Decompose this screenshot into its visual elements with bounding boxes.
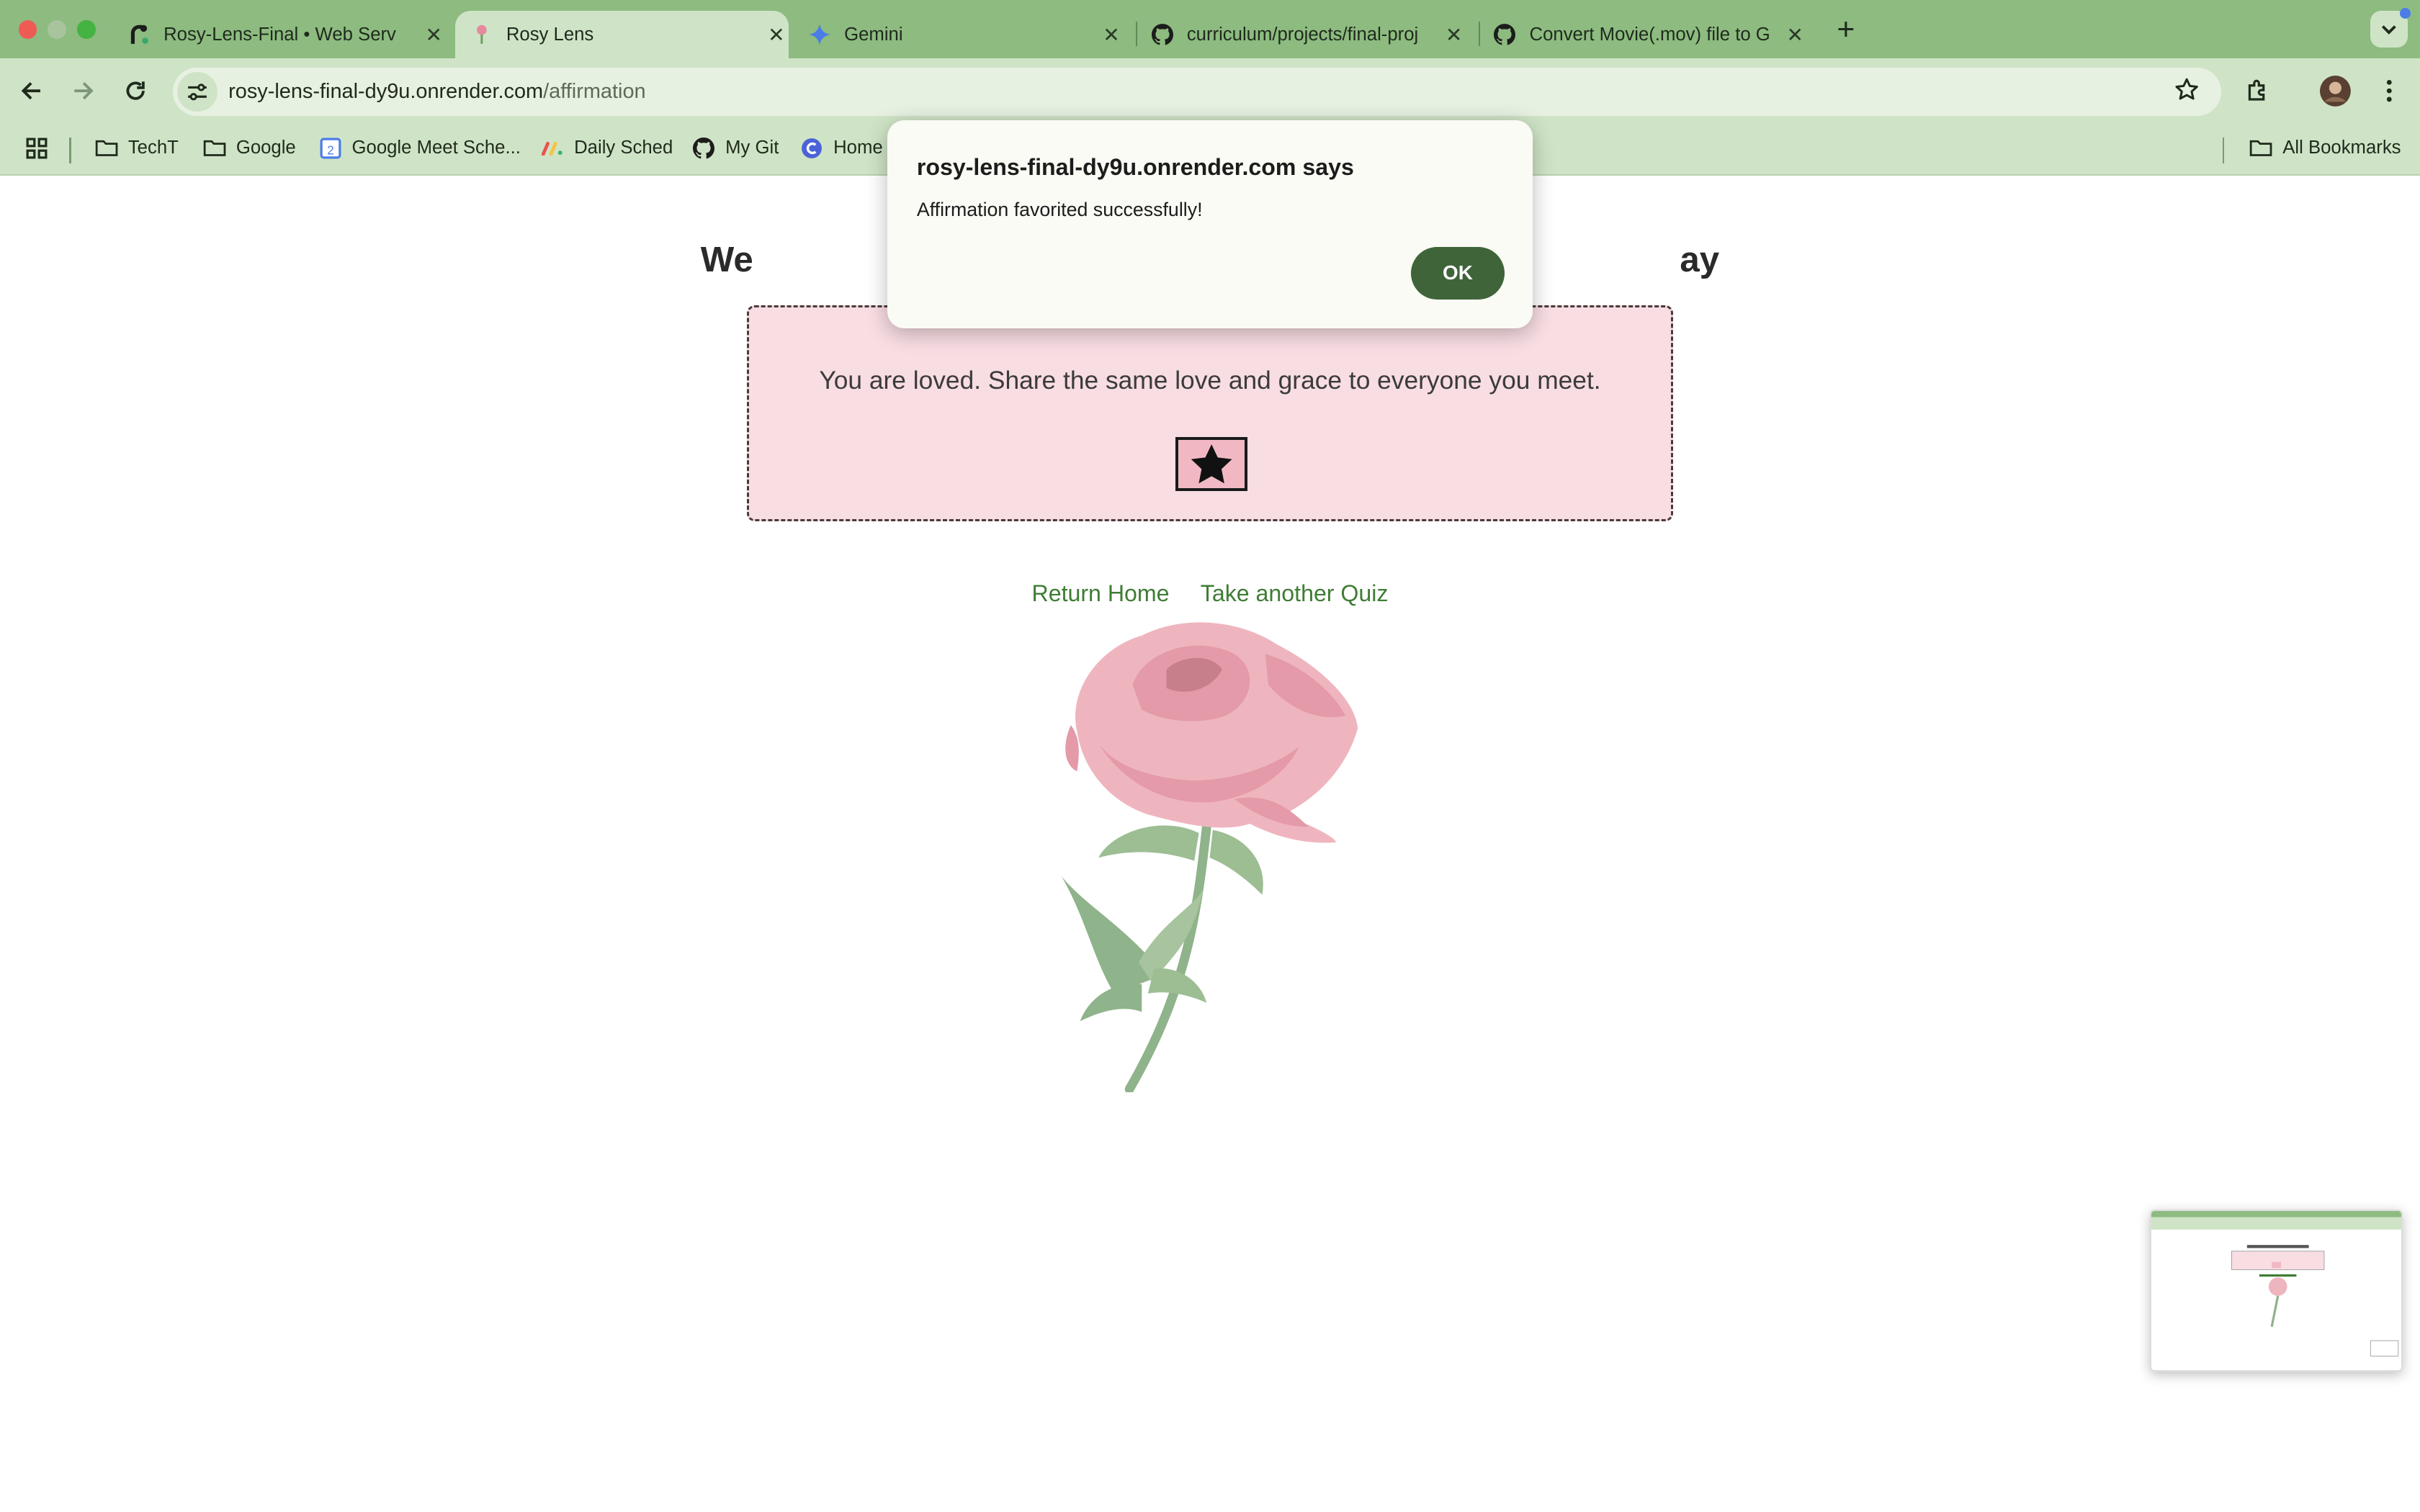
zoom-window-button[interactable] bbox=[77, 19, 96, 39]
tab-title: curriculum/projects/final-proj bbox=[1186, 24, 1419, 45]
extensions-button[interactable] bbox=[2241, 74, 2275, 108]
tab-github-convert[interactable]: Convert Movie(.mov) file to G ✕ bbox=[1487, 11, 1808, 58]
ok-button[interactable]: OK bbox=[1410, 246, 1505, 300]
close-tab-icon[interactable]: ✕ bbox=[1783, 23, 1807, 47]
screenshot-thumbnail-image bbox=[2151, 1211, 2402, 1356]
github-icon bbox=[1151, 24, 1173, 45]
chevron-down-icon bbox=[2382, 25, 2397, 35]
svg-text:2: 2 bbox=[327, 143, 334, 157]
tab-rosy-lens-final[interactable]: Rosy-Lens-Final • Web Serv ✕ bbox=[122, 11, 446, 58]
screenshot-thumbnail[interactable] bbox=[2150, 1210, 2403, 1372]
favorite-button[interactable] bbox=[1175, 437, 1248, 492]
bookmark-my-git[interactable]: My Git bbox=[691, 137, 779, 159]
bookmark-star-icon[interactable] bbox=[2174, 77, 2199, 108]
bookmark-label: Home bbox=[833, 138, 883, 158]
star-icon bbox=[1191, 444, 1232, 484]
bookmark-label: TechT bbox=[127, 138, 179, 158]
bookmark-all-bookmarks[interactable]: All Bookmarks bbox=[2249, 138, 2401, 159]
reload-button[interactable] bbox=[119, 74, 153, 108]
rose-favicon bbox=[471, 24, 493, 45]
tab-github-curriculum[interactable]: curriculum/projects/final-proj ✕ bbox=[1144, 11, 1466, 58]
url-path: /affirmation bbox=[543, 79, 646, 103]
more-vertical-icon bbox=[2386, 80, 2392, 102]
bookmark-label: All Bookmarks bbox=[2282, 138, 2401, 158]
calendar-icon: 2 bbox=[318, 138, 342, 159]
c-logo-icon bbox=[799, 138, 824, 159]
affirmation-card: You are loved. Share the same love and g… bbox=[747, 305, 1673, 522]
profile-notification-dot bbox=[2400, 7, 2411, 19]
bookmark-home[interactable]: Home bbox=[799, 138, 883, 159]
tab-rosy-lens[interactable]: Rosy Lens ✕ bbox=[455, 11, 789, 59]
folder-icon bbox=[2249, 138, 2273, 159]
close-window-button[interactable] bbox=[18, 19, 37, 39]
close-tab-icon[interactable]: ✕ bbox=[764, 23, 789, 47]
back-button[interactable] bbox=[14, 74, 48, 108]
browser-menu-button[interactable] bbox=[2372, 74, 2406, 108]
close-tab-icon[interactable]: ✕ bbox=[1441, 23, 1466, 47]
avatar-icon bbox=[2319, 75, 2351, 107]
url-host: rosy-lens-final-dy9u.onrender.com bbox=[228, 79, 544, 103]
rose-icon bbox=[1062, 622, 1358, 1094]
url-text: rosy-lens-final-dy9u.onrender.com/affirm… bbox=[228, 80, 645, 104]
github-icon bbox=[691, 137, 716, 159]
github-icon bbox=[1494, 24, 1516, 45]
bookmark-google[interactable]: Google bbox=[202, 138, 296, 159]
browser-window: Rosy-Lens-Final • Web Serv ✕ Rosy Lens ✕… bbox=[0, 0, 2420, 1512]
forward-button[interactable] bbox=[66, 74, 100, 108]
alert-dialog: rosy-lens-final-dy9u.onrender.com says A… bbox=[887, 120, 1533, 329]
bookmark-label: Google bbox=[236, 138, 296, 158]
bookmark-label: Google Meet Sche... bbox=[351, 138, 521, 158]
apps-button[interactable] bbox=[26, 138, 48, 159]
tab-title: Gemini bbox=[844, 24, 903, 45]
apps-grid-icon bbox=[26, 138, 48, 159]
dialog-title: rosy-lens-final-dy9u.onrender.com says bbox=[916, 154, 1354, 181]
tab-title: Rosy-Lens-Final • Web Serv bbox=[163, 24, 396, 45]
browser-toolbar: rosy-lens-final-dy9u.onrender.com/affirm… bbox=[0, 7, 2420, 124]
puzzle-icon bbox=[2248, 79, 2265, 101]
take-another-quiz-link[interactable]: Take another Quiz bbox=[1201, 580, 1389, 606]
nav-links: Return Home Take another Quiz bbox=[0, 580, 2420, 607]
bookmark-techt[interactable]: TechT bbox=[94, 138, 179, 159]
folder-icon bbox=[202, 138, 227, 159]
address-bar[interactable]: rosy-lens-final-dy9u.onrender.com/affirm… bbox=[173, 68, 2221, 116]
tab-strip: Rosy-Lens-Final • Web Serv ✕ Rosy Lens ✕… bbox=[0, 0, 2420, 59]
tab-title: Rosy Lens bbox=[506, 24, 594, 45]
return-home-link[interactable]: Return Home bbox=[1032, 580, 1170, 606]
bookmark-daily-sched[interactable]: Daily Sched bbox=[540, 138, 673, 159]
close-tab-icon[interactable]: ✕ bbox=[421, 23, 446, 47]
affirmation-text: You are loved. Share the same love and g… bbox=[819, 366, 1601, 395]
rose-illustration bbox=[1052, 617, 1370, 1094]
arrow-left-icon bbox=[21, 82, 40, 100]
bookmark-google-meet[interactable]: 2 Google Meet Sche... bbox=[318, 138, 521, 159]
gemini-icon bbox=[808, 24, 830, 46]
monday-icon bbox=[540, 138, 565, 159]
folder-icon bbox=[94, 138, 119, 159]
bookmark-label: Daily Sched bbox=[574, 138, 673, 158]
new-tab-button[interactable]: + bbox=[1832, 12, 1860, 48]
reload-icon bbox=[126, 81, 145, 100]
profile-avatar[interactable] bbox=[2318, 74, 2352, 108]
minimize-window-button[interactable] bbox=[48, 19, 67, 39]
tab-gemini[interactable]: Gemini ✕ bbox=[799, 11, 1124, 58]
site-info-icon[interactable] bbox=[177, 71, 218, 112]
tab-title: Convert Movie(.mov) file to G bbox=[1529, 24, 1770, 45]
arrow-right-icon bbox=[73, 82, 94, 100]
render-icon bbox=[128, 24, 150, 45]
close-tab-icon[interactable]: ✕ bbox=[1099, 23, 1124, 47]
dialog-message: Affirmation favorited successfully! bbox=[916, 199, 1203, 221]
bookmark-label: My Git bbox=[725, 138, 779, 158]
